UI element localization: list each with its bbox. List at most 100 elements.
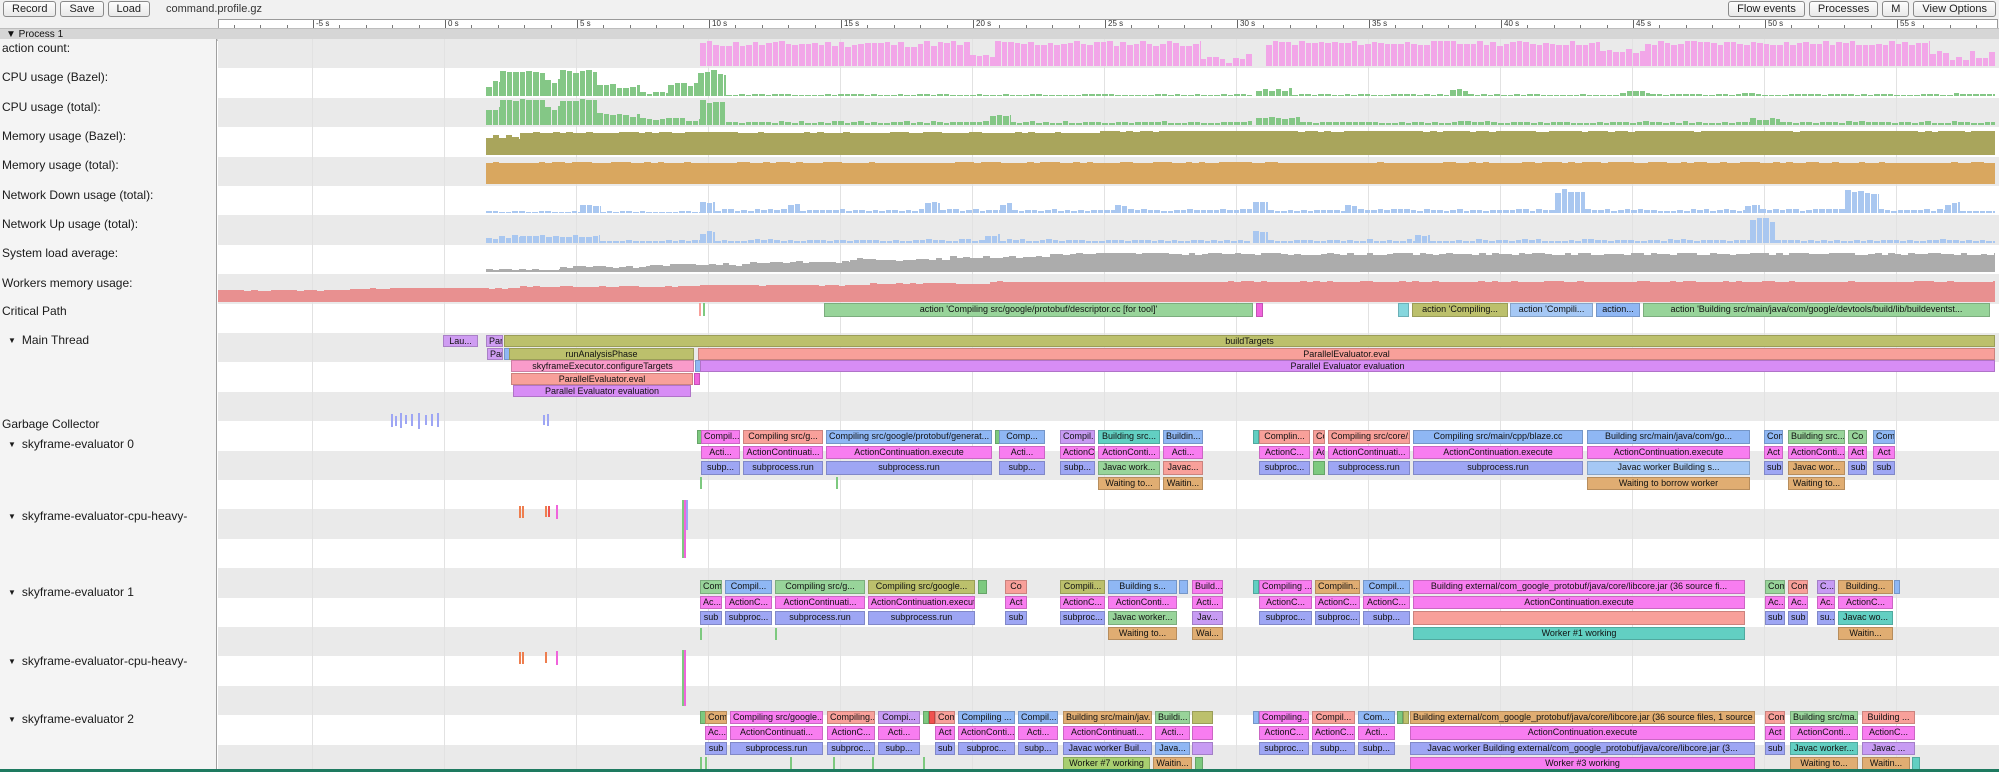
skyframe-evaluator-1-slice[interactable]: subproc...: [1259, 611, 1312, 625]
skyframe-evaluator-0-slice[interactable]: Act: [1764, 446, 1783, 460]
skyframe-evaluator-1-slice[interactable]: ActionC...: [1838, 596, 1893, 610]
skyframe-evaluator-1-slice[interactable]: sub: [1788, 611, 1808, 625]
skyframe-evaluator-0-slice[interactable]: Javac work...: [1098, 461, 1160, 475]
skyframe-evaluator-2-slice[interactable]: Com: [705, 711, 727, 725]
event-tick[interactable]: [437, 413, 439, 427]
skyframe-evaluator-2-slice[interactable]: Act: [935, 726, 955, 740]
skyframe-evaluator-2-slice[interactable]: subp...: [1358, 742, 1395, 756]
skyframe-evaluator-2-slice[interactable]: Ac...: [705, 726, 727, 740]
skyframe-evaluator-0-slice[interactable]: Compiling src/google/protobuf/generat...: [826, 430, 992, 444]
skyframe-evaluator-0-slice[interactable]: ActionContinuation.execute: [1587, 446, 1750, 460]
skyframe-evaluator-1-slice[interactable]: Ac...: [1817, 596, 1835, 610]
skyframe-evaluator-0-slice[interactable]: Co: [1848, 430, 1867, 444]
event-tick[interactable]: [519, 506, 521, 518]
skyframe-evaluator-0-slice[interactable]: Javac...: [1163, 461, 1203, 475]
skyframe-evaluator-1-slice[interactable]: Building...: [1838, 580, 1893, 594]
skyframe-evaluator-1-slice[interactable]: Building external/com_google_protobuf/ja…: [1413, 580, 1745, 594]
skyframe-evaluator-0-slice[interactable]: Waiting to borrow worker: [1587, 477, 1750, 491]
skyframe-evaluator-0-slice[interactable]: Act: [1313, 446, 1325, 460]
skyframe-evaluator-2-slice[interactable]: Buildi...: [1155, 711, 1190, 725]
skyframe-evaluator-0-slice[interactable]: Compiling src/main/cpp/blaze.cc: [1413, 430, 1583, 444]
event-tick[interactable]: [548, 506, 550, 517]
skyframe-evaluator-0-slice[interactable]: subp...: [1060, 461, 1095, 475]
skyframe-evaluator-0-slice[interactable]: Acti...: [701, 446, 740, 460]
skyframe-evaluator-0-slice[interactable]: Compiling src/core/...: [1328, 430, 1410, 444]
skyframe-evaluator-2-slice[interactable]: ActionContinuation.execute: [1410, 726, 1755, 740]
skyframe-evaluator-1-slice[interactable]: ActionContinuation.execute: [1413, 596, 1745, 610]
skyframe-evaluator-2-slice[interactable]: subp...: [1312, 742, 1355, 756]
skyframe-evaluator-1-slice[interactable]: subproc...: [1315, 611, 1360, 625]
event-tick[interactable]: [703, 303, 705, 316]
skyframe-evaluator-2-slice[interactable]: Com...: [1358, 711, 1395, 725]
skyframe-evaluator-0-slice[interactable]: sub: [1764, 461, 1783, 475]
main-thread-slice[interactable]: [694, 373, 700, 385]
skyframe-evaluator-0-slice[interactable]: ActionConti...: [1098, 446, 1160, 460]
skyframe-evaluator-2-slice[interactable]: ActionConti...: [1790, 726, 1858, 740]
collapse-arrow-icon[interactable]: ▼: [8, 588, 16, 597]
skyframe-evaluator-1-slice[interactable]: subproc...: [1060, 611, 1105, 625]
skyframe-evaluator-1-slice[interactable]: ActionC...: [1259, 596, 1312, 610]
skyframe-evaluator-0-slice[interactable]: Act: [1873, 446, 1895, 460]
skyframe-evaluator-2-slice[interactable]: Compiling src/google...: [730, 711, 823, 725]
collapse-arrow-icon[interactable]: ▼: [8, 715, 16, 724]
skyframe-evaluator-1-slice[interactable]: ActionC...: [1363, 596, 1410, 610]
skyframe-evaluator-0-slice[interactable]: Acti...: [999, 446, 1045, 460]
skyframe-evaluator-1-slice[interactable]: su...: [1817, 611, 1835, 625]
skyframe-evaluator-2-slice[interactable]: subproc...: [827, 742, 875, 756]
skyframe-evaluator-0-slice[interactable]: [1313, 461, 1325, 475]
skyframe-evaluator-1-slice[interactable]: Jav...: [1192, 611, 1223, 625]
skyframe-evaluator-1-slice[interactable]: ActionC...: [1315, 596, 1360, 610]
critical-path-slice[interactable]: [1398, 303, 1409, 317]
skyframe-evaluator-2-slice[interactable]: ActionC...: [1259, 726, 1309, 740]
collapse-arrow-icon[interactable]: ▼: [8, 657, 16, 666]
skyframe-evaluator-1-slice[interactable]: [978, 580, 987, 594]
skyframe-evaluator-0-slice[interactable]: Com: [1764, 430, 1783, 444]
main-thread-slice[interactable]: Lau...: [443, 335, 478, 347]
skyframe-evaluator-0-slice[interactable]: subprocess.run: [826, 461, 992, 475]
skyframe-evaluator-1-slice[interactable]: Ac...: [1788, 596, 1808, 610]
skyframe-evaluator-1-slice[interactable]: Ac...: [1765, 596, 1785, 610]
skyframe-evaluator-2-slice[interactable]: subprocess.run: [730, 742, 823, 756]
skyframe-evaluator-0-slice[interactable]: sub: [1848, 461, 1867, 475]
skyframe-evaluator-2-slice[interactable]: subp...: [1018, 742, 1058, 756]
skyframe-evaluator-1-slice[interactable]: Compilin...: [1315, 580, 1360, 594]
event-tick[interactable]: [684, 650, 686, 706]
skyframe-evaluator-2-slice[interactable]: Compil...: [1018, 711, 1058, 725]
skyframe-evaluator-2-slice[interactable]: Compiling...: [827, 711, 875, 725]
skyframe-evaluator-0-slice[interactable]: ActionC...: [1060, 446, 1095, 460]
skyframe-evaluator-1-slice[interactable]: Compil...: [1363, 580, 1410, 594]
skyframe-evaluator-1-slice[interactable]: C...: [1817, 580, 1835, 594]
skyframe-evaluator-0-slice[interactable]: Buildin...: [1163, 430, 1203, 444]
event-tick[interactable]: [522, 506, 524, 518]
main-thread-slice[interactable]: ParallelEvaluator.eval: [511, 373, 693, 385]
skyframe-evaluator-2-slice[interactable]: Building external/com_google_protobuf/ja…: [1410, 711, 1755, 725]
skyframe-evaluator-1-slice[interactable]: Worker #1 working: [1413, 627, 1745, 641]
skyframe-evaluator-2-slice[interactable]: Javac worker Buil...: [1063, 742, 1152, 756]
skyframe-evaluator-1-slice[interactable]: subprocess.run: [868, 611, 975, 625]
skyframe-evaluator-0-slice[interactable]: Compiling src/g...: [743, 430, 823, 444]
main-thread-slice[interactable]: Par: [486, 335, 503, 347]
skyframe-evaluator-0-slice[interactable]: Co: [1313, 430, 1325, 444]
skyframe-evaluator-2-slice[interactable]: [1192, 742, 1213, 756]
event-tick[interactable]: [699, 303, 701, 316]
skyframe-evaluator-1-slice[interactable]: Com: [700, 580, 722, 594]
skyframe-evaluator-2-slice[interactable]: Javac worker Building external/com_googl…: [1410, 742, 1755, 756]
skyframe-evaluator-2-slice[interactable]: ActionContinuati...: [1063, 726, 1152, 740]
skyframe-evaluator-1-slice[interactable]: Act: [1005, 596, 1027, 610]
event-tick[interactable]: [545, 506, 547, 517]
event-tick[interactable]: [431, 414, 433, 426]
skyframe-evaluator-0-slice[interactable]: Waitin...: [1163, 477, 1203, 491]
skyframe-evaluator-2-slice[interactable]: Building src/ma...: [1790, 711, 1858, 725]
skyframe-evaluator-1-slice[interactable]: Wai...: [1192, 627, 1223, 641]
skyframe-evaluator-1-slice[interactable]: subproc...: [725, 611, 772, 625]
event-tick[interactable]: [836, 477, 838, 489]
skyframe-evaluator-2-slice[interactable]: Com: [1765, 711, 1785, 725]
skyframe-evaluator-2-slice[interactable]: Acti...: [1358, 726, 1395, 740]
skyframe-evaluator-2-slice[interactable]: Javac worker...: [1790, 742, 1858, 756]
event-tick[interactable]: [400, 413, 402, 428]
track-label-skyframe-evaluator-cpu-heavy[interactable]: ▼skyframe-evaluator-cpu-heavy-: [8, 654, 187, 668]
event-tick[interactable]: [425, 415, 427, 425]
skyframe-evaluator-2-slice[interactable]: Javac ...: [1862, 742, 1915, 756]
event-tick[interactable]: [547, 414, 549, 426]
skyframe-evaluator-2-slice[interactable]: Building src/main/jav...: [1063, 711, 1152, 725]
